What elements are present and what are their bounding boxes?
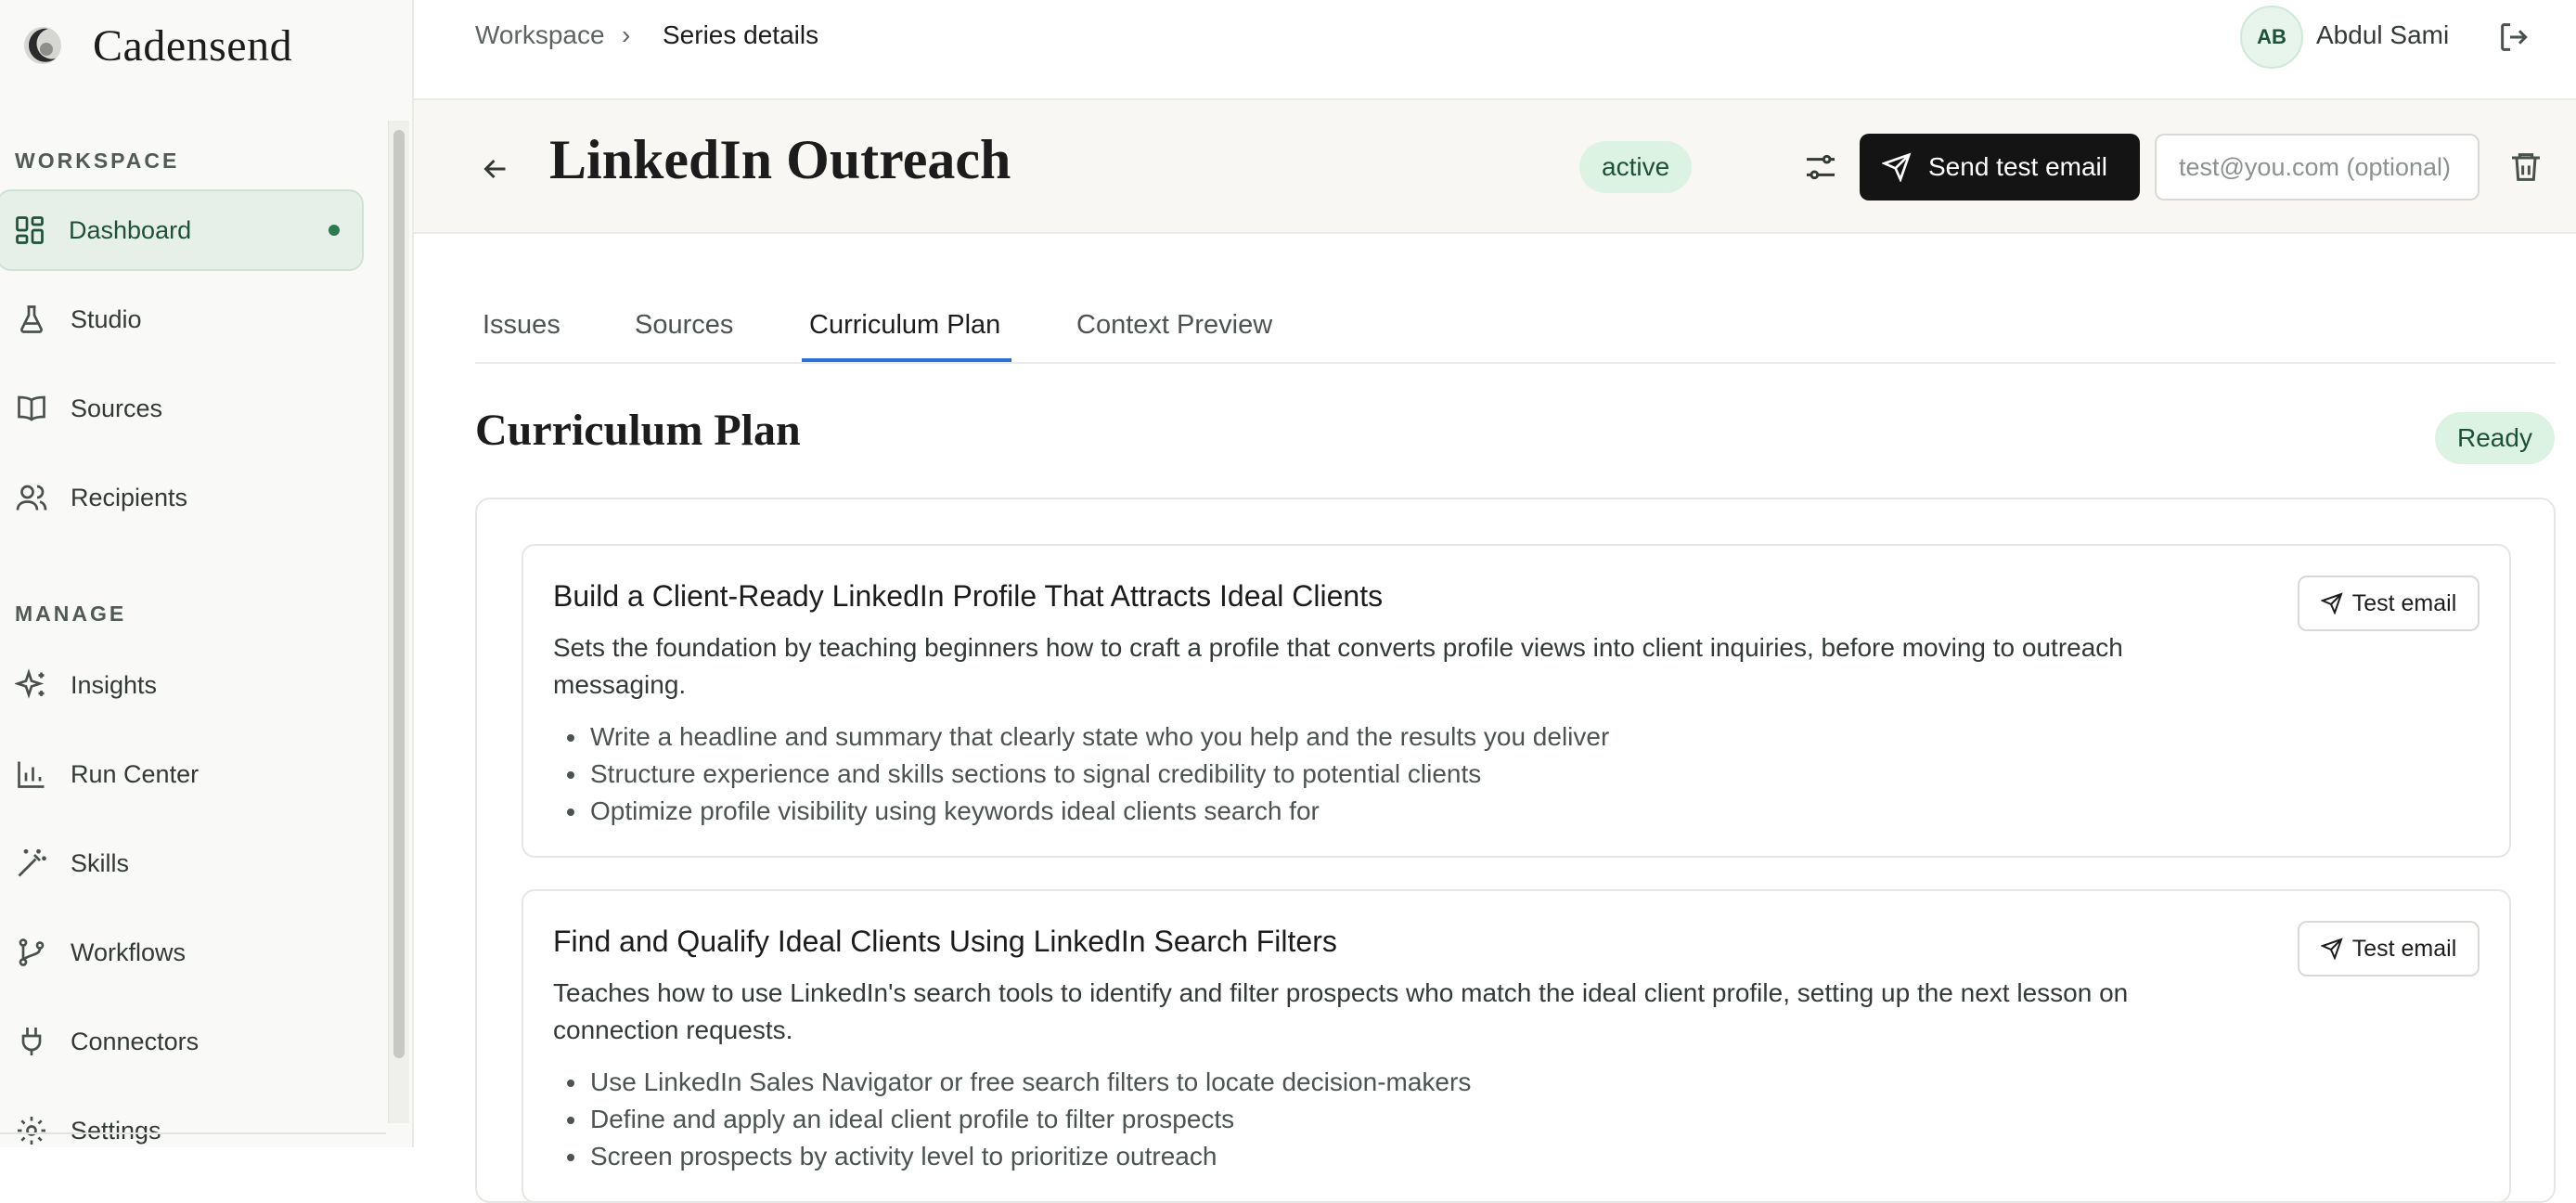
settings-sliders-icon[interactable] [1802, 149, 1839, 186]
lesson-card: Build a Client-Ready LinkedIn Profile Th… [522, 544, 2511, 858]
sidebar-item-label: Connectors [71, 1027, 200, 1055]
sidebar-divider [0, 1132, 386, 1134]
sidebar-item-dashboard[interactable]: Dashboard [0, 189, 364, 271]
lesson-points: Write a headline and summary that clearl… [553, 718, 1609, 830]
active-indicator-dot [328, 225, 340, 236]
sidebar-item-label: Sources [71, 394, 163, 422]
sidebar-item-sources[interactable]: Sources [0, 368, 362, 449]
logout-icon[interactable] [2496, 19, 2533, 56]
trash-icon[interactable] [2507, 149, 2544, 186]
test-email-button[interactable]: Test email [2298, 921, 2479, 977]
sidebar-item-recipients[interactable]: Recipients [0, 457, 362, 538]
plan-status-badge: Ready [2435, 412, 2555, 464]
series-header: LinkedIn Outreach active Send test email [414, 100, 2576, 234]
users-icon [16, 485, 47, 511]
user-name[interactable]: Abdul Sami [2316, 20, 2449, 50]
list-item: Structure experience and skills sections… [588, 756, 1609, 793]
manage-section-label: MANAGE [15, 602, 127, 626]
list-item: Optimize profile visibility using keywor… [588, 793, 1609, 830]
active-tab-indicator [802, 358, 1011, 362]
brand-name: Cadensend [93, 20, 293, 71]
sidebar-item-connectors[interactable]: Connectors [0, 1001, 362, 1082]
test-email-button[interactable]: Test email [2298, 576, 2479, 631]
send-icon [2320, 592, 2343, 614]
sidebar-item-insights[interactable]: Insights [0, 644, 362, 726]
lesson-description: Sets the foundation by teaching beginner… [553, 633, 2123, 699]
sidebar-item-workflows[interactable]: Workflows [0, 912, 362, 993]
topbar: Workspace › Series details AB Abdul Sami [414, 0, 2576, 100]
breadcrumb-separator: › [622, 20, 631, 49]
bar-chart-icon [18, 761, 45, 788]
send-icon [1882, 152, 1912, 182]
book-icon [18, 395, 45, 421]
sidebar-item-settings[interactable]: Settings [0, 1090, 362, 1147]
test-email-label: Test email [2351, 589, 2457, 616]
brand[interactable]: Cadensend [22, 15, 292, 76]
tab-sources[interactable]: Sources [635, 310, 733, 341]
tab-curriculum-plan[interactable]: Curriculum Plan [809, 310, 1000, 341]
send-test-email-label: Send test email [1928, 152, 2107, 181]
list-item: Screen prospects by activity level to pr… [588, 1138, 1471, 1175]
sidebar-item-label: Settings [71, 1116, 161, 1145]
sidebar-item-label: Recipients [71, 483, 188, 511]
sidebar-item-label: Skills [71, 848, 130, 877]
breadcrumb-workspace[interactable]: Workspace [475, 20, 605, 50]
sidebar-item-label: Dashboard [69, 215, 192, 244]
plug-icon [21, 1028, 42, 1055]
dashboard-icon [16, 216, 44, 244]
sidebar-item-run-center[interactable]: Run Center [0, 733, 362, 815]
curriculum-plan-panel: Build a Client-Ready LinkedIn Profile Th… [475, 498, 2556, 1203]
branch-icon [19, 938, 45, 966]
list-item: Define and apply an ideal client profile… [588, 1101, 1471, 1138]
send-test-email-button[interactable]: Send test email [1860, 134, 2140, 200]
wand-icon [18, 849, 46, 877]
sidebar-item-label: Workflows [71, 938, 187, 966]
list-item: Use LinkedIn Sales Navigator or free sea… [588, 1064, 1471, 1101]
sidebar-item-label: Run Center [71, 759, 200, 788]
lesson-title: Build a Client-Ready LinkedIn Profile Th… [553, 579, 1384, 613]
lesson-points: Use LinkedIn Sales Navigator or free sea… [553, 1064, 1471, 1175]
tab-bar: Issues Sources Curriculum Plan Context P… [475, 297, 2556, 364]
page-title: LinkedIn Outreach [549, 129, 1011, 190]
test-email-label: Test email [2351, 935, 2457, 962]
list-item: Write a headline and summary that clearl… [588, 718, 1609, 756]
breadcrumb-current: Series details [663, 20, 819, 49]
lesson-description: Teaches how to use LinkedIn's search too… [553, 978, 2129, 1044]
back-arrow-icon[interactable] [479, 152, 512, 186]
sidebar-item-skills[interactable]: Skills [0, 822, 362, 904]
tab-issues[interactable]: Issues [483, 310, 560, 341]
test-email-input[interactable] [2155, 134, 2479, 200]
sidebar-item-studio[interactable]: Studio [0, 278, 362, 360]
brand-logo-icon [24, 27, 61, 64]
sidebar-item-label: Studio [71, 304, 142, 333]
sidebar-scrollbar-thumb[interactable] [393, 130, 405, 1058]
lesson-title: Find and Qualify Ideal Clients Using Lin… [553, 925, 1337, 958]
gear-icon [18, 1117, 45, 1145]
flask-icon [20, 305, 43, 333]
avatar[interactable]: AB [2240, 6, 2303, 69]
tab-context-preview[interactable]: Context Preview [1076, 310, 1272, 341]
workspace-section-label: WORKSPACE [15, 149, 180, 173]
sparkles-icon [15, 668, 45, 699]
section-title: Curriculum Plan [475, 406, 801, 455]
send-icon [2320, 938, 2343, 960]
sidebar-item-label: Insights [71, 670, 158, 699]
sidebar: Cadensend WORKSPACE Dashboard Studio Sou… [0, 0, 414, 1147]
status-badge: active [1579, 141, 1693, 193]
lesson-card: Find and Qualify Ideal Clients Using Lin… [522, 889, 2511, 1203]
